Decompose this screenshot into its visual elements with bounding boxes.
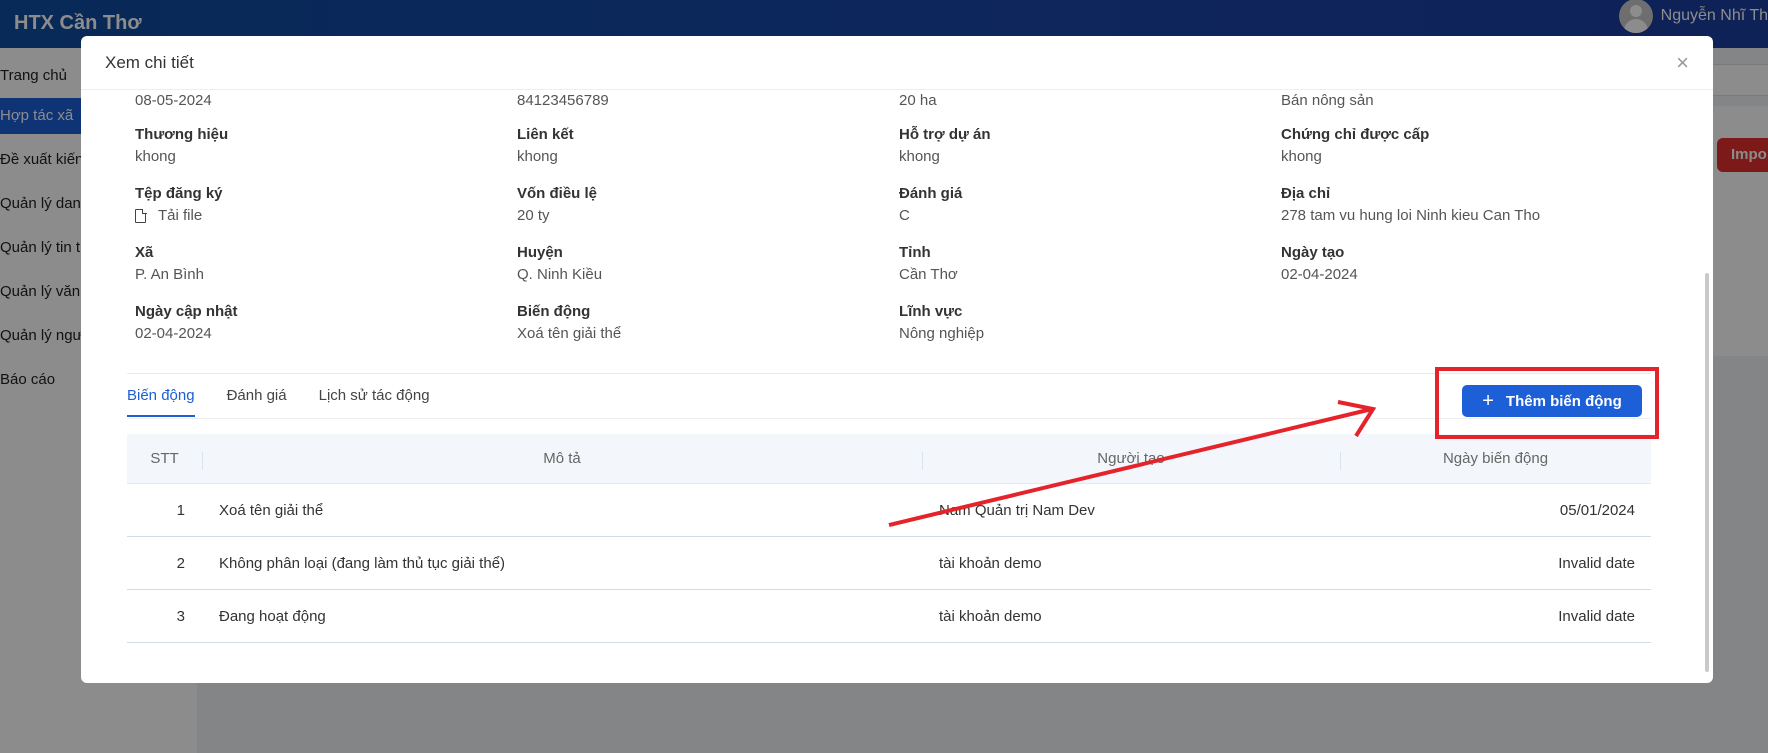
tab-lich-su[interactable]: Lịch sử tác động <box>319 387 430 417</box>
info-label: Lĩnh vực <box>899 303 963 320</box>
tabs: Biến động Đánh giá Lịch sử tác động <box>127 387 430 417</box>
modal-scrollbar[interactable] <box>1705 273 1709 672</box>
plus-icon: + <box>1482 390 1494 412</box>
info-label: Đánh giá <box>899 185 963 202</box>
info-label: Thương hiệu <box>135 126 229 143</box>
info-value: 20 ty <box>517 207 550 224</box>
info-value: 84123456789 <box>517 92 609 109</box>
modal-title: Xem chi tiết <box>105 52 194 72</box>
cell-stt: 2 <box>176 554 185 572</box>
cell-stt: 1 <box>176 501 185 519</box>
section-divider <box>127 373 1651 374</box>
modal-body[interactable]: 08-05-2024 84123456789 20 ha Bán nông sả… <box>81 90 1713 683</box>
info-row: Tệp đăng ký Tải file Vốn điều lệ 20 ty Đán… <box>135 183 1665 233</box>
table-header: STT Mô tả Người tạo Ngày biến động <box>127 434 1651 484</box>
col-header-stt: STT <box>150 450 179 467</box>
detail-modal: Xem chi tiết × 08-05-2024 84123456789 20… <box>81 36 1713 683</box>
cell-creator: tài khoản demo <box>939 607 1042 625</box>
info-value: P. An Bình <box>135 266 204 283</box>
info-label: Ngày cập nhật <box>135 303 238 320</box>
info-value: 02-04-2024 <box>1281 266 1358 283</box>
info-label: Chứng chỉ được cấp <box>1281 126 1430 143</box>
cell-description: Đang hoạt động <box>219 607 326 625</box>
close-icon[interactable]: × <box>1676 51 1689 74</box>
info-label: Tệp đăng ký <box>135 185 223 202</box>
download-file-link[interactable]: Tải file <box>135 205 517 227</box>
info-value: 20 ha <box>899 92 937 109</box>
info-label: Liên kết <box>517 126 574 143</box>
info-value: Bán nông sản <box>1281 92 1374 109</box>
info-row: Thương hiệu khong Liên kết khong Hỗ trợ dự… <box>135 124 1665 174</box>
info-label: Hỗ trợ dự án <box>899 126 991 143</box>
cell-date: Invalid date <box>1558 554 1635 572</box>
info-label: Xã <box>135 244 154 261</box>
table-row[interactable]: 2 Không phân loại (đang làm thủ tục giải… <box>127 537 1651 590</box>
tab-danh-gia[interactable]: Đánh giá <box>227 387 287 417</box>
modal-header: Xem chi tiết × <box>81 36 1713 90</box>
cell-creator: Nam Quản trị Nam Dev <box>939 501 1095 519</box>
tab-bien-dong[interactable]: Biến động <box>127 387 195 417</box>
info-label: Vốn điều lệ <box>517 185 598 202</box>
changes-table: STT Mô tả Người tạo Ngày biến động 1 Xoá… <box>127 434 1651 643</box>
info-value: 02-04-2024 <box>135 325 212 342</box>
info-value: C <box>899 207 910 224</box>
col-header-date: Ngày biến động <box>1340 450 1651 470</box>
info-row: Ngày cập nhật 02-04-2024 Biến động Xoá tên… <box>135 301 1665 351</box>
cell-stt: 3 <box>176 607 185 625</box>
file-icon <box>135 208 147 223</box>
cell-date: 05/01/2024 <box>1559 501 1635 519</box>
info-value: khong <box>1281 148 1322 165</box>
info-value: Nông nghiệp <box>899 325 985 342</box>
cell-creator: tài khoản demo <box>939 554 1042 572</box>
info-value: khong <box>517 148 558 165</box>
download-file-label[interactable]: Tải file <box>158 205 202 227</box>
cell-description: Không phân loại (đang làm thủ tục giải t… <box>219 554 506 572</box>
info-label: Ngày tạo <box>1281 244 1345 261</box>
col-header-creator: Người tạo <box>922 450 1340 470</box>
info-row: Xã P. An Bình Huyện Q. Ninh Kiều Tỉnh Cần T… <box>135 242 1665 292</box>
info-value: Q. Ninh Kiều <box>517 266 603 283</box>
add-change-label: Thêm biến động <box>1505 392 1622 410</box>
info-value: khong <box>899 148 940 165</box>
cell-date: Invalid date <box>1558 607 1635 625</box>
info-value: 278 tam vu hung loi Ninh kieu Can Tho <box>1281 207 1541 224</box>
info-value: Cần Thơ <box>899 266 958 283</box>
tabs-underline <box>127 418 1651 419</box>
add-change-button[interactable]: + Thêm biến động <box>1462 385 1642 417</box>
col-header-description: Mô tả <box>202 450 922 470</box>
info-value: 08-05-2024 <box>135 92 212 109</box>
info-label: Tỉnh <box>899 244 931 261</box>
info-value: Xoá tên giải thể <box>517 325 622 342</box>
info-label: Biến động <box>517 303 591 320</box>
info-label: Huyện <box>517 244 563 261</box>
table-row[interactable]: 3 Đang hoạt động tài khoản demo Invalid … <box>127 590 1651 643</box>
info-label: Địa chỉ <box>1281 185 1331 202</box>
cell-description: Xoá tên giải thể <box>219 501 324 519</box>
table-row[interactable]: 1 Xoá tên giải thể Nam Quản trị Nam Dev … <box>127 484 1651 537</box>
info-value: khong <box>135 148 176 165</box>
